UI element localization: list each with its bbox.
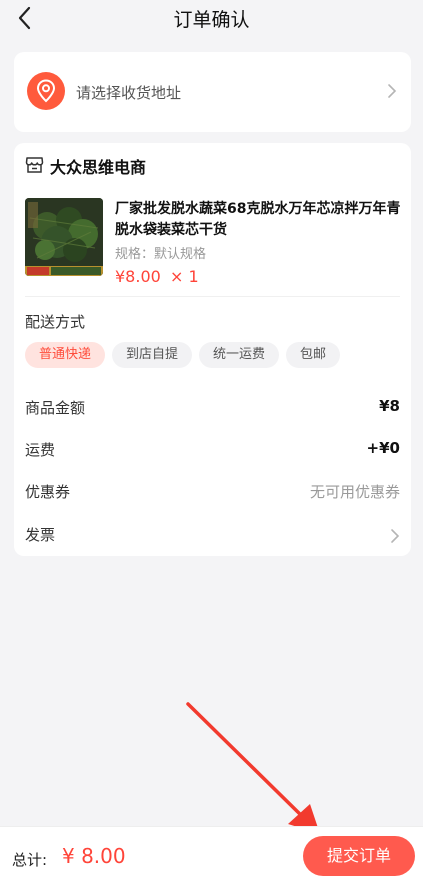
goods-amount-label: 商品金额 (25, 399, 86, 417)
bottom-bar: 总计: ¥ 8.00 提交订单 (0, 826, 423, 882)
chevron-right-icon (391, 529, 400, 543)
submit-order-button[interactable]: 提交订单 (303, 836, 415, 876)
shipping-option-flat-rate[interactable]: 统一运费 (199, 342, 280, 368)
coupon-value: 无可用优惠券 (309, 483, 400, 501)
shipping-options: 普通快递 到店自提 统一运费 包邮 (25, 342, 341, 368)
coupon-row[interactable]: 优惠券 无可用优惠券 (25, 481, 400, 505)
shop-name: 大众思维电商 (50, 158, 147, 177)
address-selector[interactable]: 请选择收货地址 (14, 52, 411, 132)
product-title: 厂家批发脱水蔬菜68克脱水万年芯凉拌万年青脱水袋装菜芯干货 (115, 201, 401, 238)
invoice-label: 发票 (25, 526, 56, 544)
product-quantity: × 1 (170, 267, 199, 286)
divider (25, 296, 400, 297)
store-icon (25, 157, 44, 173)
freight-label: 运费 (25, 441, 56, 459)
product-image[interactable] (25, 198, 103, 276)
shipping-option-free-shipping[interactable]: 包邮 (286, 342, 341, 368)
invoice-row[interactable]: 发票 (25, 524, 400, 548)
product-price: ¥8.00 (115, 267, 161, 286)
address-placeholder: 请选择收货地址 (76, 84, 182, 102)
goods-amount-row: 商品金额 ¥8 (25, 397, 400, 421)
shipping-label: 配送方式 (25, 313, 86, 331)
shipping-option-standard-express[interactable]: 普通快递 (25, 342, 106, 368)
header: 订单确认 (0, 0, 423, 36)
coupon-label: 优惠券 (25, 483, 71, 501)
page-title: 订单确认 (173, 9, 250, 31)
shipping-option-store-pickup[interactable]: 到店自提 (112, 342, 193, 368)
freight-value: +¥0 (366, 439, 400, 457)
total-amount: ¥ 8.00 (62, 844, 126, 868)
goods-amount-value: ¥8 (379, 397, 400, 415)
order-card: 大众思维电商 厂家批发脱水蔬菜68克脱水万年芯凉拌万年青脱水袋装菜芯干货 规格：… (14, 143, 411, 556)
order-confirm-page: 订单确认 请选择收货地址 大众思维电商 厂家批发脱水蔬菜68克脱水万年芯凉拌万年… (0, 0, 423, 882)
freight-row: 运费 +¥0 (25, 439, 400, 463)
location-pin-icon (27, 72, 65, 110)
product-spec: 规格：默认规格 (115, 247, 207, 262)
total-label: 总计: (12, 851, 48, 869)
chevron-right-icon (388, 84, 397, 98)
arrow-annotation (186, 702, 320, 834)
